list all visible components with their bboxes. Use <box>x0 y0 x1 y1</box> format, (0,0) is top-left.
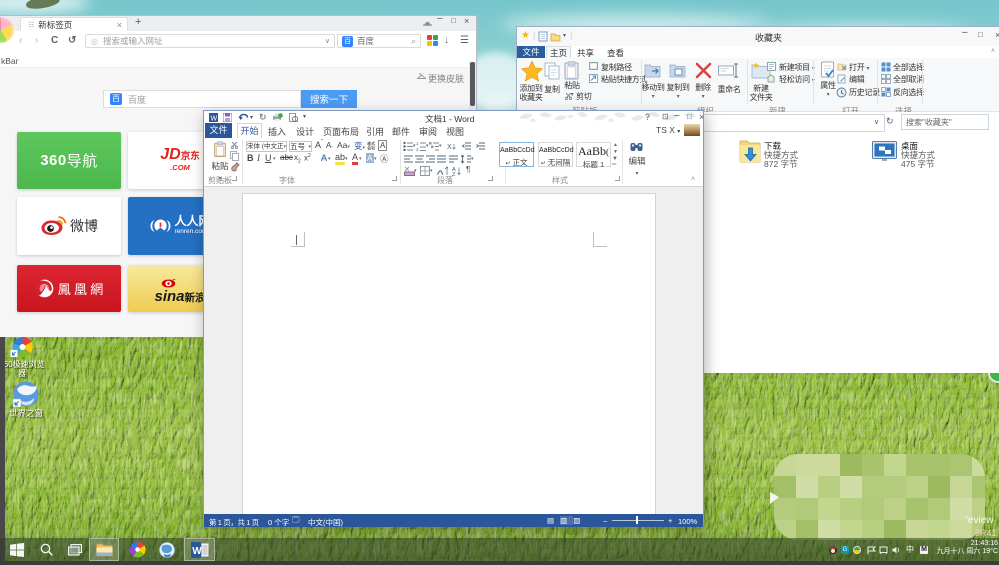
svg-text:2: 2 <box>416 147 419 151</box>
svg-text:W: W <box>211 116 218 123</box>
svg-text:W: W <box>192 546 202 557</box>
svg-text:X: X <box>447 144 452 151</box>
svg-text:1: 1 <box>416 141 419 146</box>
